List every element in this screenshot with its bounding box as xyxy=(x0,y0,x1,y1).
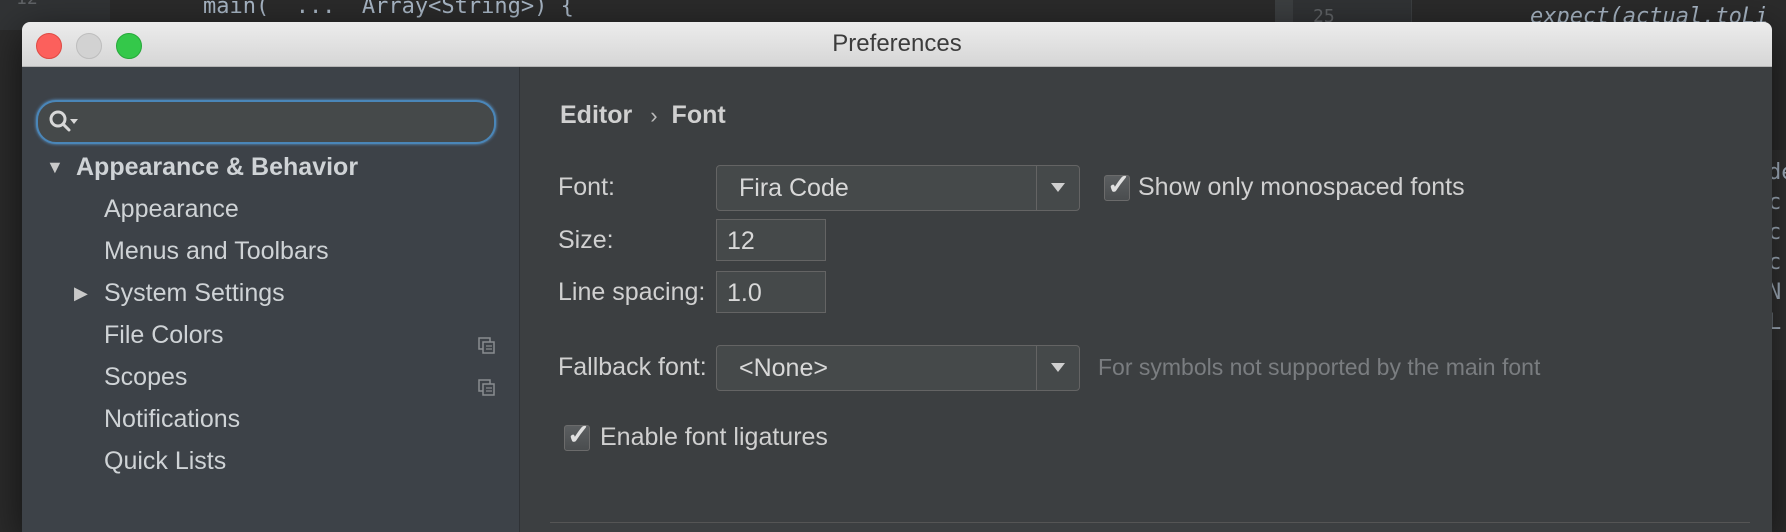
fallback-font-label: Fallback font: xyxy=(558,353,707,381)
monospaced-checkbox[interactable]: ✓ xyxy=(1104,169,1130,201)
tree-item-label: Quick Lists xyxy=(104,447,227,475)
line-spacing-label: Line spacing: xyxy=(558,278,706,306)
fallback-dropdown-arrow[interactable] xyxy=(1036,346,1079,390)
breadcrumb-current: Font xyxy=(671,101,726,129)
tree-item-notifications[interactable]: Notifications xyxy=(22,399,519,439)
tree-item-quick-lists[interactable]: Quick Lists xyxy=(22,441,519,481)
size-input[interactable]: 12 xyxy=(716,219,826,261)
tree-item-label: Appearance xyxy=(104,195,239,223)
fallback-hint: For symbols not supported by the main fo… xyxy=(1098,354,1541,380)
search-box[interactable] xyxy=(36,100,496,144)
left-line-number: 12 xyxy=(16,0,38,9)
settings-sidebar: ▼ Appearance & Behavior Appearance Menus… xyxy=(22,67,520,532)
fallback-font-dropdown[interactable]: <None> xyxy=(716,345,1080,391)
title-bar[interactable]: Preferences xyxy=(22,22,1772,67)
copy-icon xyxy=(478,327,496,354)
tree-item-label: Menus and Toolbars xyxy=(104,237,329,265)
line-spacing-input[interactable]: 1.0 xyxy=(716,271,826,313)
tree-item-appearance-behavior[interactable]: ▼ Appearance & Behavior xyxy=(22,147,519,187)
ligatures-label[interactable]: Enable font ligatures xyxy=(600,419,828,455)
left-code-line: main( ... Array<String>) { xyxy=(150,0,574,19)
fallback-dropdown-value: <None> xyxy=(739,354,828,382)
breadcrumb: Editor › Font xyxy=(560,97,726,133)
tree-item-label: Appearance & Behavior xyxy=(76,153,359,181)
checkmark-icon: ✓ xyxy=(1107,169,1131,200)
expand-arrow-icon[interactable]: ▼ xyxy=(46,147,66,187)
breadcrumb-separator-icon: › xyxy=(650,103,658,128)
tree-item-appearance[interactable]: Appearance xyxy=(22,189,519,229)
font-dropdown-value: Fira Code xyxy=(739,174,849,202)
copy-icon xyxy=(478,369,496,396)
search-icon[interactable] xyxy=(48,108,82,136)
tree-item-label: File Colors xyxy=(104,321,224,349)
collapse-arrow-icon[interactable]: ▶ xyxy=(74,273,94,313)
checkmark-icon: ✓ xyxy=(567,419,591,450)
chevron-down-icon xyxy=(1051,183,1065,192)
ligatures-checkbox[interactable]: ✓ xyxy=(564,419,590,451)
breadcrumb-parent[interactable]: Editor xyxy=(560,101,632,129)
search-input[interactable] xyxy=(86,102,480,144)
tree-item-label: Scopes xyxy=(104,363,188,391)
tree-item-label: Notifications xyxy=(104,405,241,433)
font-label: Font: xyxy=(558,173,615,201)
size-label: Size: xyxy=(558,226,614,254)
window-title: Preferences xyxy=(832,30,962,57)
tree-item-file-colors[interactable]: File Colors xyxy=(22,315,519,355)
tree-item-system-settings[interactable]: ▶ System Settings xyxy=(22,273,519,313)
font-dropdown[interactable]: Fira Code xyxy=(716,165,1080,211)
section-divider xyxy=(550,522,1750,523)
monospaced-label[interactable]: Show only monospaced fonts xyxy=(1138,169,1465,205)
tree-item-scopes[interactable]: Scopes xyxy=(22,357,519,397)
font-dropdown-arrow[interactable] xyxy=(1036,166,1079,210)
tree-item-menus-toolbars[interactable]: Menus and Toolbars xyxy=(22,231,519,271)
preferences-dialog: Preferences ▼ Appearance & Behavior Appe… xyxy=(22,22,1772,532)
settings-main-panel: Editor › Font Font: Fira Code ✓ Show only … xyxy=(520,67,1772,532)
chevron-down-icon xyxy=(1051,363,1065,372)
tree-item-label: System Settings xyxy=(104,279,285,307)
